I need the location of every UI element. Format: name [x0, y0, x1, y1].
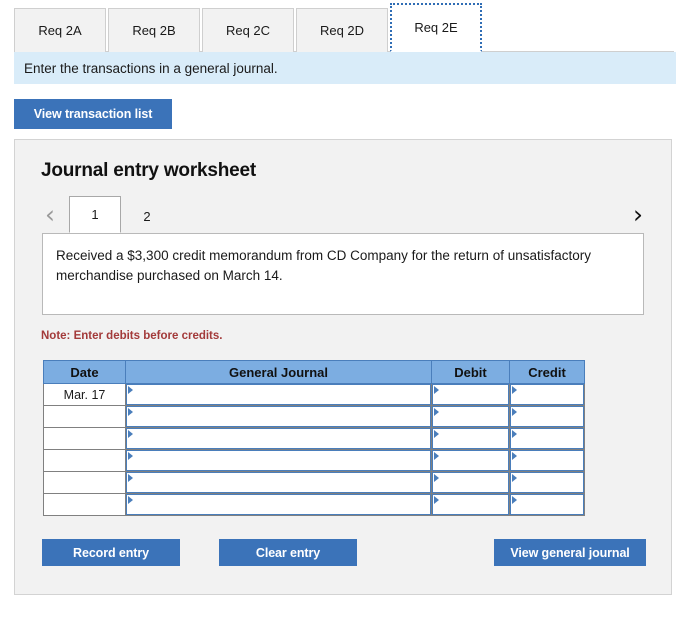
table-row [43, 405, 585, 428]
general-journal-input[interactable] [126, 384, 431, 405]
view-transaction-list-button[interactable]: View transaction list [14, 99, 172, 129]
cell-general-journal[interactable] [125, 471, 432, 494]
entry-pager-pages: 1 2 [69, 196, 173, 233]
instruction-text: Enter the transactions in a general jour… [24, 60, 278, 76]
entry-page-2[interactable]: 2 [121, 199, 173, 233]
cell-credit[interactable] [509, 449, 585, 472]
cell-credit[interactable] [509, 383, 585, 406]
cell-date [43, 405, 126, 428]
instruction-banner: Enter the transactions in a general jour… [14, 52, 676, 84]
column-header-debit: Debit [431, 360, 510, 384]
credit-input[interactable] [510, 472, 584, 493]
cell-date [43, 427, 126, 450]
cell-debit[interactable] [431, 449, 510, 472]
tab-req-2c[interactable]: Req 2C [202, 8, 294, 52]
general-journal-input[interactable] [126, 472, 431, 493]
credit-input[interactable] [510, 384, 584, 405]
entry-page-1[interactable]: 1 [69, 196, 121, 233]
cell-debit[interactable] [431, 493, 510, 516]
cell-credit[interactable] [509, 405, 585, 428]
clear-entry-button[interactable]: Clear entry [219, 539, 357, 566]
worksheet-title: Journal entry worksheet [41, 160, 257, 181]
tab-req-2a[interactable]: Req 2A [14, 8, 106, 52]
debit-input[interactable] [432, 450, 509, 471]
record-entry-button[interactable]: Record entry [42, 539, 180, 566]
cell-general-journal[interactable] [125, 405, 432, 428]
cell-general-journal[interactable] [125, 383, 432, 406]
cell-credit[interactable] [509, 493, 585, 516]
debits-before-credits-note: Note: Enter debits before credits. [41, 330, 223, 342]
requirement-tab-strip: Req 2A Req 2B Req 2C Req 2D Req 2E [14, 3, 484, 52]
credit-input[interactable] [510, 494, 584, 515]
cell-debit[interactable] [431, 383, 510, 406]
cell-debit[interactable] [431, 427, 510, 450]
cell-date [43, 471, 126, 494]
table-row [43, 449, 585, 472]
tab-req-2d[interactable]: Req 2D [296, 8, 388, 52]
debit-input[interactable] [432, 384, 509, 405]
general-journal-table: Date General Journal Debit Credit Mar. 1… [43, 360, 585, 516]
cell-general-journal[interactable] [125, 427, 432, 450]
credit-input[interactable] [510, 450, 584, 471]
cell-credit[interactable] [509, 427, 585, 450]
cell-date [43, 449, 126, 472]
tab-label: Req 2A [38, 23, 82, 38]
table-row [43, 471, 585, 494]
chevron-right-icon[interactable]: › [625, 197, 651, 231]
tab-label: Req 2C [225, 23, 271, 38]
debit-input[interactable] [432, 494, 509, 515]
tab-label: Req 2E [414, 20, 458, 35]
cell-general-journal[interactable] [125, 493, 432, 516]
tab-req-2e[interactable]: Req 2E [390, 3, 482, 52]
cell-general-journal[interactable] [125, 449, 432, 472]
column-header-date: Date [43, 360, 126, 384]
general-journal-input[interactable] [126, 450, 431, 471]
table-row [43, 493, 585, 516]
debit-input[interactable] [432, 472, 509, 493]
view-general-journal-button[interactable]: View general journal [494, 539, 646, 566]
tab-req-2b[interactable]: Req 2B [108, 8, 200, 52]
cell-date [43, 493, 126, 516]
general-journal-input[interactable] [126, 428, 431, 449]
general-journal-input[interactable] [126, 494, 431, 515]
entry-pager: ‹ 1 2 › [37, 196, 651, 233]
credit-input[interactable] [510, 406, 584, 427]
cell-debit[interactable] [431, 405, 510, 428]
cell-debit[interactable] [431, 471, 510, 494]
column-header-general-journal: General Journal [125, 360, 432, 384]
cell-credit[interactable] [509, 471, 585, 494]
credit-input[interactable] [510, 428, 584, 449]
entry-page-label: 2 [143, 208, 151, 224]
column-header-credit: Credit [509, 360, 585, 384]
page-root: Req 2A Req 2B Req 2C Req 2D Req 2E Enter… [0, 0, 690, 620]
entry-page-label: 1 [91, 207, 99, 222]
tab-label: Req 2B [132, 23, 176, 38]
table-row: Mar. 17 [43, 383, 585, 406]
debit-input[interactable] [432, 428, 509, 449]
general-journal-input[interactable] [126, 406, 431, 427]
table-header-row: Date General Journal Debit Credit [43, 360, 585, 384]
tab-label: Req 2D [319, 23, 365, 38]
debit-input[interactable] [432, 406, 509, 427]
table-row [43, 427, 585, 450]
entry-description: Received a $3,300 credit memorandum from… [42, 233, 644, 315]
chevron-left-icon[interactable]: ‹ [37, 197, 63, 231]
journal-entry-worksheet-panel: Journal entry worksheet ‹ 1 2 › Received… [14, 139, 672, 595]
cell-date: Mar. 17 [43, 383, 126, 406]
